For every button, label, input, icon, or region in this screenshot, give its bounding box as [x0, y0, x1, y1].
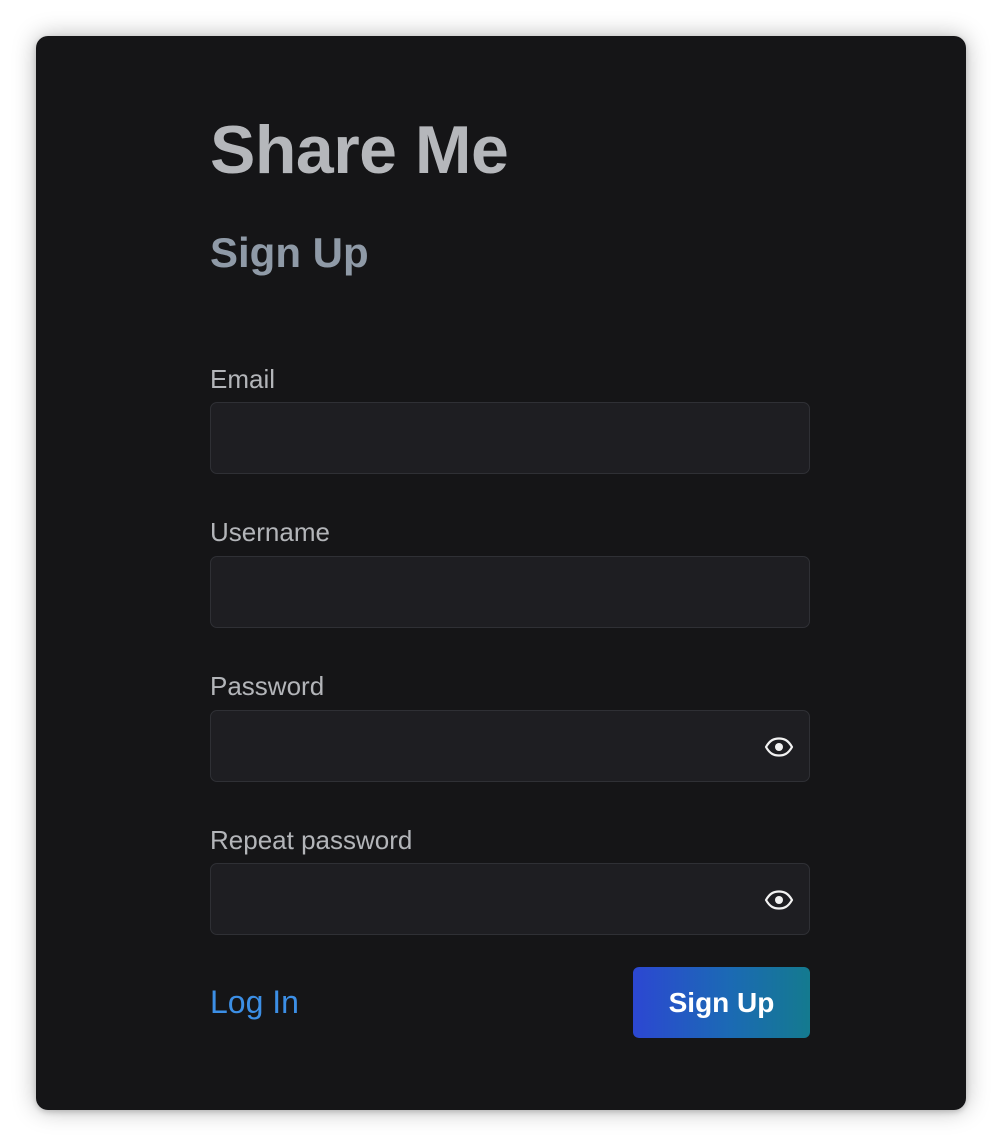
login-link[interactable]: Log In — [210, 982, 299, 1022]
show-repeat-password-toggle[interactable] — [763, 884, 795, 916]
email-input[interactable] — [211, 403, 809, 473]
username-input[interactable] — [211, 557, 809, 627]
username-label: Username — [210, 517, 330, 547]
eye-icon — [764, 737, 794, 757]
show-password-toggle[interactable] — [763, 731, 795, 763]
username-field[interactable] — [210, 556, 810, 628]
app-title: Share Me — [210, 112, 509, 188]
signup-button[interactable]: Sign Up — [633, 967, 810, 1038]
form-heading: Sign Up — [210, 229, 369, 276]
password-field[interactable] — [210, 710, 810, 782]
password-input[interactable] — [211, 711, 809, 781]
eye-icon — [764, 890, 794, 910]
signup-window: Share Me Sign Up Email Username Password… — [36, 36, 966, 1110]
repeat-password-input[interactable] — [211, 864, 809, 934]
password-label: Password — [210, 671, 325, 701]
repeat-password-field[interactable] — [210, 863, 810, 935]
repeat-password-label: Repeat password — [210, 825, 413, 855]
email-field[interactable] — [210, 402, 810, 474]
email-label: Email — [210, 364, 276, 394]
